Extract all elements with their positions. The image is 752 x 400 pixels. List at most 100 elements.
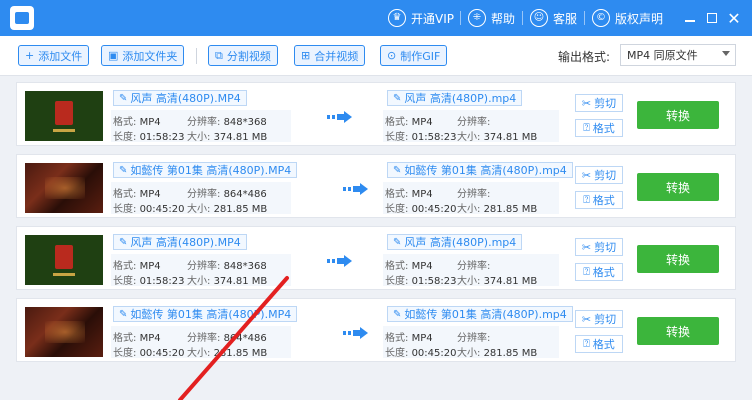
output-filename-text: 风声 高清(480P).mp4	[404, 92, 517, 105]
source-duration: 长度: 01:58:23	[113, 132, 185, 143]
format-button-label: 格式	[592, 338, 615, 351]
minimize-icon	[685, 20, 695, 22]
format-button[interactable]: ⍰ 格式	[575, 191, 623, 209]
app-logo-icon	[10, 6, 34, 30]
output-filename-text: 如懿传 第01集 高清(480P).mp4	[404, 308, 567, 321]
close-button[interactable]: ✕	[724, 8, 744, 28]
cut-label: 剪切	[594, 97, 617, 110]
cut-button[interactable]: ✂ 剪切	[575, 166, 623, 184]
output-resolution: 分辨率:	[457, 333, 491, 344]
customer-service-icon: ☺	[530, 9, 548, 27]
copyright-icon: ©	[592, 9, 610, 27]
source-size: 大小: 281.85 MB	[187, 204, 268, 215]
make-gif-button[interactable]: ⊙ 制作GIF	[380, 45, 448, 66]
source-filename[interactable]: ✎ 如懿传 第01集 高清(480P).MP4	[113, 162, 298, 178]
output-filename-text: 如懿传 第01集 高清(480P).mp4	[404, 164, 567, 177]
format-button[interactable]: ⍰ 格式	[575, 263, 623, 281]
source-resolution: 分辨率: 848*368	[187, 117, 267, 128]
source-filename[interactable]: ✎ 如懿传 第01集 高清(480P).MP4	[113, 306, 298, 322]
help-label: 帮助	[491, 11, 516, 26]
source-filename-text: 如懿传 第01集 高清(480P).MP4	[130, 308, 292, 321]
plus-icon: +	[25, 49, 35, 62]
copyright-link[interactable]: © 版权声明	[592, 8, 663, 28]
format-settings-icon: ⍰	[583, 193, 590, 206]
output-format-label: 输出格式:	[558, 50, 611, 64]
cut-button[interactable]: ✂ 剪切	[575, 238, 623, 256]
help-link[interactable]: ⁜ 帮助	[468, 8, 515, 28]
source-resolution: 分辨率: 864*486	[187, 189, 267, 200]
cut-button[interactable]: ✂ 剪切	[575, 310, 623, 328]
format-settings-icon: ⍰	[583, 337, 590, 350]
maximize-button[interactable]	[702, 8, 722, 28]
source-size: 大小: 374.81 MB	[187, 132, 268, 143]
output-format: 格式: MP4	[385, 189, 433, 200]
output-filename[interactable]: ✎ 风声 高清(480P).mp4	[387, 90, 523, 106]
cut-label: 剪切	[594, 169, 617, 182]
output-format: 格式: MP4	[385, 117, 433, 128]
format-button[interactable]: ⍰ 格式	[575, 335, 623, 353]
convert-arrow-icon	[343, 183, 369, 195]
source-filename[interactable]: ✎ 风声 高清(480P).MP4	[113, 234, 247, 250]
customer-service-label: 客服	[553, 11, 578, 26]
output-filename[interactable]: ✎ 如懿传 第01集 高清(480P).mp4	[387, 162, 573, 178]
output-resolution: 分辨率:	[457, 261, 491, 272]
output-size: 大小: 374.81 MB	[457, 276, 538, 287]
convert-button[interactable]: 转换	[637, 101, 719, 129]
scissors-icon: ✂	[581, 312, 592, 326]
source-duration: 长度: 01:58:23	[113, 276, 185, 287]
output-size: 大小: 281.85 MB	[457, 204, 538, 215]
source-duration: 长度: 00:45:20	[113, 204, 185, 215]
add-file-button[interactable]: + 添加文件	[18, 45, 90, 66]
split-video-button[interactable]: ⧉ 分割视频	[208, 45, 278, 66]
add-file-label: 添加文件	[38, 49, 83, 63]
source-size: 大小: 281.85 MB	[187, 348, 268, 359]
output-duration: 长度: 00:45:20	[385, 348, 457, 359]
add-folder-button[interactable]: ▣ 添加文件夹	[101, 45, 185, 66]
edit-pencil-icon: ✎	[119, 92, 128, 104]
convert-button[interactable]: 转换	[637, 173, 719, 201]
format-button[interactable]: ⍰ 格式	[575, 119, 623, 137]
output-format: 格式: MP4	[385, 261, 433, 272]
merge-video-label: 合并视频	[314, 49, 359, 63]
source-filename-text: 风声 高清(480P).MP4	[130, 236, 241, 249]
edit-pencil-icon: ✎	[119, 308, 128, 320]
vip-link[interactable]: ♛ 开通VIP	[388, 8, 454, 28]
merge-video-button[interactable]: ⊞ 合并视频	[294, 45, 366, 66]
convert-arrow-icon	[327, 111, 353, 123]
edit-pencil-icon: ✎	[119, 164, 128, 176]
output-filename-text: 风声 高清(480P).mp4	[404, 236, 517, 249]
scissors-icon: ✂	[581, 96, 592, 110]
video-thumbnail	[25, 307, 103, 357]
customer-service-link[interactable]: ☺ 客服	[530, 8, 577, 28]
cut-label: 剪切	[594, 241, 617, 254]
minimize-button[interactable]	[680, 8, 700, 28]
edit-pencil-icon: ✎	[119, 236, 128, 248]
convert-button[interactable]: 转换	[637, 317, 719, 345]
file-row: ✎ 如懿传 第01集 高清(480P).MP4 格式: MP4 分辨率: 864…	[16, 298, 736, 362]
source-filename[interactable]: ✎ 风声 高清(480P).MP4	[113, 90, 247, 106]
output-filename[interactable]: ✎ 风声 高清(480P).mp4	[387, 234, 523, 250]
output-duration: 长度: 00:45:20	[385, 204, 457, 215]
maximize-icon	[707, 13, 717, 23]
title-divider	[522, 11, 523, 25]
output-duration: 长度: 01:58:23	[385, 276, 457, 287]
source-format: 格式: MP4	[113, 117, 161, 128]
source-duration: 长度: 00:45:20	[113, 348, 185, 359]
output-format-select[interactable]: MP4 同原文件	[620, 44, 736, 66]
add-folder-label: 添加文件夹	[122, 49, 178, 63]
convert-arrow-icon	[343, 327, 369, 339]
source-filename-text: 风声 高清(480P).MP4	[130, 92, 241, 105]
source-format: 格式: MP4	[113, 333, 161, 344]
cut-button[interactable]: ✂ 剪切	[575, 94, 623, 112]
format-settings-icon: ⍰	[583, 265, 590, 278]
video-thumbnail	[25, 235, 103, 285]
scissors-icon: ✂	[581, 240, 592, 254]
file-row: ✎ 风声 高清(480P).MP4 格式: MP4 分辨率: 848*368 长…	[16, 226, 736, 290]
output-filename[interactable]: ✎ 如懿传 第01集 高清(480P).mp4	[387, 306, 573, 322]
convert-button[interactable]: 转换	[637, 245, 719, 273]
edit-pencil-icon: ✎	[393, 164, 402, 176]
convert-label: 转换	[665, 180, 690, 195]
merge-icon: ⊞	[301, 49, 311, 62]
output-format: 格式: MP4	[385, 333, 433, 344]
toolbar-divider	[196, 48, 197, 64]
